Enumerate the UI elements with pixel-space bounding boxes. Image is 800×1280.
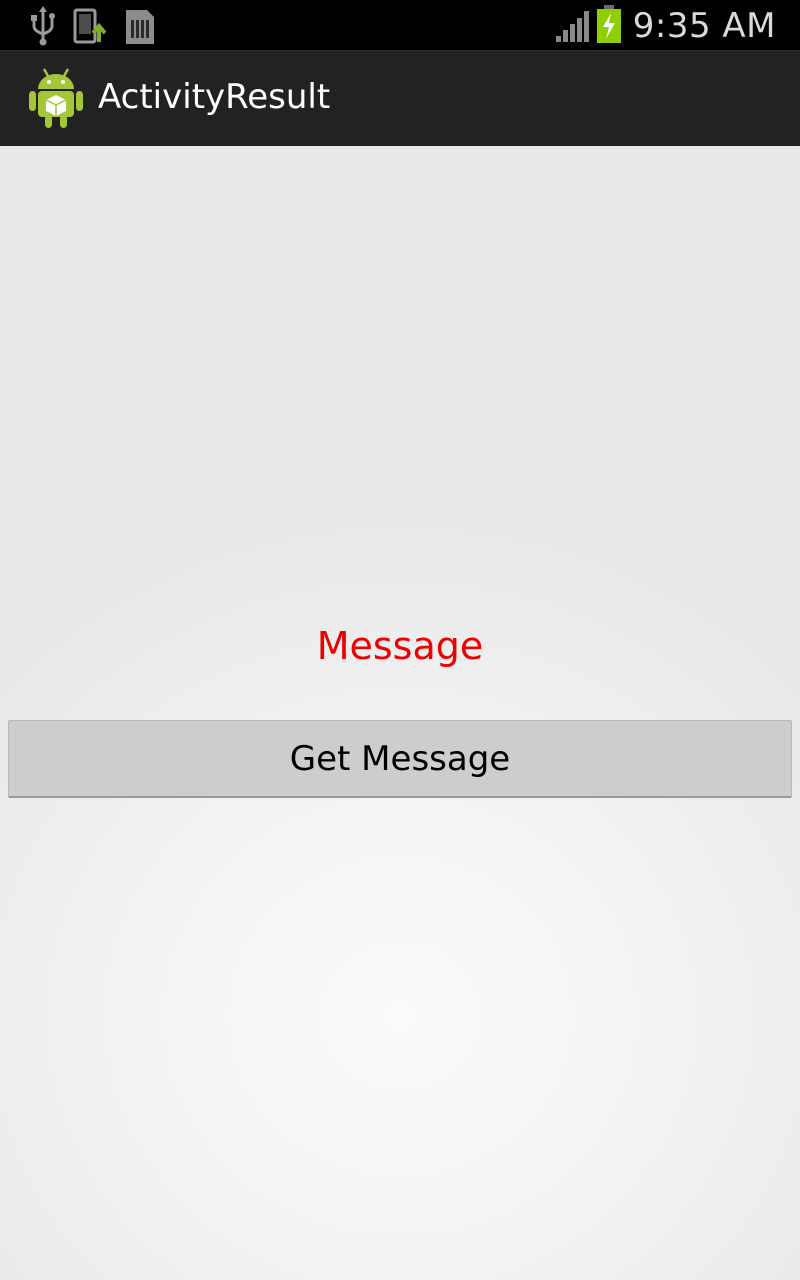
battery-charging-icon (597, 5, 621, 43)
main-content: Message Get Message (0, 146, 800, 1280)
usb-icon (31, 6, 55, 46)
app-title: ActivityResult (98, 77, 331, 117)
phone-upload-icon (73, 8, 107, 44)
action-bar: ActivityResult (0, 50, 800, 147)
get-message-button[interactable]: Get Message (8, 720, 792, 798)
android-icon (29, 68, 83, 128)
signal-icon (556, 11, 589, 42)
status-right: 9:35 AM (556, 0, 776, 50)
clock: 9:35 AM (632, 6, 776, 46)
status-bar: 9:35 AM (0, 0, 800, 50)
message-text: Message (316, 624, 484, 668)
sd-card-icon (126, 10, 154, 44)
